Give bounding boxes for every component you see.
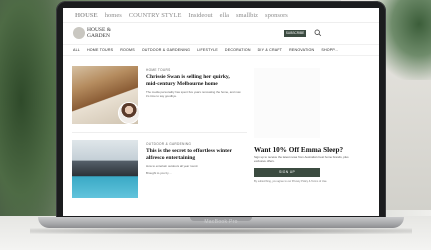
promo-title: Want 10% Off Emma Sleep?	[254, 146, 344, 154]
site-logo-text[interactable]: HOUSE & GARDEN	[87, 27, 111, 39]
brand-link-7[interactable]: sponsors	[265, 12, 288, 19]
sign-up-button[interactable]: SIGN UP	[254, 167, 320, 177]
laptop-screen: HOUSE homes COUNTRY STYLE Insideout ella…	[63, 8, 379, 216]
brand-link-6[interactable]: smallbiz	[236, 12, 258, 19]
nav-item-shopping[interactable]: SHOPP...	[321, 48, 338, 52]
brand-link-2[interactable]: homes	[105, 12, 122, 19]
article-category[interactable]: OUTDOOR & GARDENING	[146, 142, 191, 146]
article-card[interactable]: HOME TOURS Chrissie Swan is selling her …	[72, 66, 242, 128]
article-summary: How to entertain outdoors all year round…	[146, 164, 242, 176]
subscribe-button[interactable]: SUBSCRIBE	[284, 30, 306, 37]
article-headline[interactable]: This is the secret to effortless winter …	[146, 148, 242, 161]
publication-brand-bar: HOUSE homes COUNTRY STYLE Insideout ella…	[63, 8, 379, 22]
brand-link-5[interactable]: ella	[220, 12, 229, 19]
laptop-brand-label: MacBook Pro	[204, 219, 238, 225]
search-icon[interactable]	[314, 29, 322, 37]
ad-placeholder	[254, 68, 320, 138]
nav-item-home-tours[interactable]: HOME TOURS	[87, 48, 113, 52]
nav-item-rooms[interactable]: ROOMS	[120, 48, 135, 52]
article-category[interactable]: HOME TOURS	[146, 68, 171, 72]
article-headline[interactable]: Chrissie Swan is selling her quirky, mid…	[146, 74, 242, 87]
article-thumbnail[interactable]	[72, 140, 138, 198]
site-logo[interactable]	[73, 27, 85, 39]
nav-item-all[interactable]: ALL	[73, 48, 80, 52]
brand-link-3[interactable]: COUNTRY STYLE	[129, 12, 182, 19]
nav-item-decoration[interactable]: DECORATION	[225, 48, 251, 52]
author-avatar	[118, 102, 140, 124]
article-divider	[72, 132, 247, 133]
main-nav: ALL HOME TOURS ROOMS OUTDOOR & GARDENING…	[63, 44, 379, 56]
nav-item-outdoor-gardening[interactable]: OUTDOOR & GARDENING	[142, 48, 190, 52]
laptop-shadow	[30, 228, 412, 234]
article-summary-text: How to entertain outdoors all year round…	[146, 164, 199, 168]
nav-item-renovation[interactable]: RENOVATION	[289, 48, 314, 52]
article-byline: Brought to you by ...	[146, 170, 172, 175]
site-header: HOUSE & GARDEN SUBSCRIBE	[63, 22, 379, 44]
article-card[interactable]: OUTDOOR & GARDENING This is the secret t…	[72, 140, 242, 202]
nav-item-lifestyle[interactable]: LIFESTYLE	[197, 48, 218, 52]
promo-fine-print: By subscribing, you agree to our Privacy…	[254, 179, 328, 183]
promo-body: Sign up to receive the latest news from …	[254, 155, 349, 163]
brand-link-1[interactable]: HOUSE	[75, 12, 98, 19]
newsletter-promo: Want 10% Off Emma Sleep? Sign up to rece…	[254, 146, 354, 216]
brand-link-4[interactable]: Insideout	[188, 12, 212, 19]
article-summary: The media personality has spent five yea…	[146, 90, 241, 98]
nav-item-diy-craft[interactable]: DIY & CRAFT	[258, 48, 283, 52]
logo-line-2: GARDEN	[87, 33, 110, 39]
